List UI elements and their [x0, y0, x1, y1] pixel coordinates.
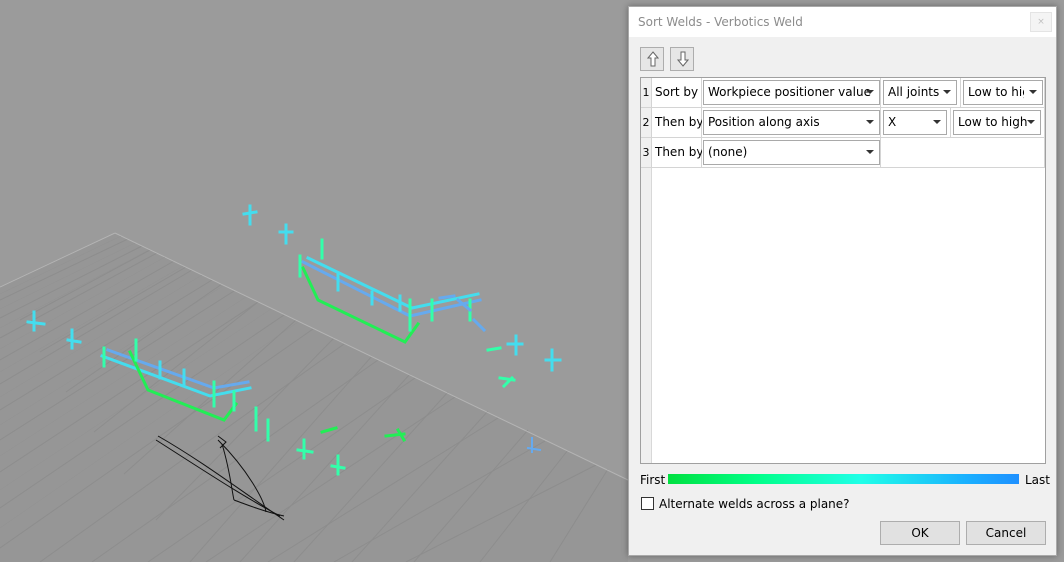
criterion-cell: Workpiece positioner value — [702, 78, 881, 108]
chevron-down-icon — [866, 120, 874, 124]
sort-label: Then by — [652, 108, 703, 138]
order-dropdown[interactable]: Low to high — [963, 80, 1043, 105]
criterion-value: Position along axis — [708, 115, 820, 129]
row-header-strip — [641, 168, 652, 463]
dialog-title: Sort Welds - Verbotics Weld — [638, 15, 803, 29]
floor-grid — [0, 232, 629, 562]
row-number: 1 — [641, 78, 652, 108]
criterion-dropdown[interactable]: Position along axis — [703, 110, 880, 135]
criterion-cell: (none) — [702, 138, 881, 168]
scope-value: All joints — [888, 85, 940, 99]
criterion-dropdown[interactable]: Workpiece positioner value — [703, 80, 880, 105]
sort-row-3: 3 Then by (none) — [641, 138, 1045, 168]
scope-cell: All joints — [881, 78, 961, 108]
criterion-dropdown[interactable]: (none) — [703, 140, 880, 165]
arrow-down-icon — [677, 51, 689, 67]
order-dropdown[interactable]: Low to high — [953, 110, 1041, 135]
chevron-down-icon — [1029, 90, 1037, 94]
chevron-down-icon — [933, 120, 941, 124]
scope-cell: X — [881, 108, 951, 138]
close-button[interactable]: × — [1030, 12, 1052, 32]
axis-dropdown[interactable]: X — [883, 110, 947, 135]
criterion-value: (none) — [708, 145, 748, 159]
legend-first-label: First — [640, 473, 666, 487]
order-cell: Low to high — [961, 78, 1045, 108]
sort-row-2: 2 Then by Position along axis X Low to h… — [641, 108, 1045, 138]
alternate-welds-label[interactable]: Alternate welds across a plane? — [659, 497, 850, 511]
sort-label: Then by — [652, 138, 703, 168]
row-number: 3 — [641, 138, 652, 168]
chevron-down-icon — [866, 90, 874, 94]
alternate-welds-checkbox[interactable] — [641, 497, 654, 510]
arrow-up-icon — [647, 51, 659, 67]
sort-row-1: 1 Sort by Workpiece positioner value All… — [641, 78, 1045, 108]
criterion-cell: Position along axis — [702, 108, 881, 138]
sort-label: Sort by — [652, 78, 702, 108]
order-cell: Low to high — [951, 108, 1045, 138]
title-bar[interactable]: Sort Welds - Verbotics Weld × — [629, 7, 1056, 37]
chevron-down-icon — [943, 90, 951, 94]
chevron-down-icon — [866, 150, 874, 154]
row-number: 2 — [641, 108, 652, 138]
move-down-button[interactable] — [670, 47, 694, 71]
criterion-value: Workpiece positioner value — [708, 85, 871, 99]
chevron-down-icon — [1027, 120, 1035, 124]
ok-button[interactable]: OK — [880, 521, 960, 545]
legend-last-label: Last — [1025, 473, 1050, 487]
cancel-button[interactable]: Cancel — [966, 521, 1046, 545]
sort-welds-dialog: Sort Welds - Verbotics Weld × 1 Sort by … — [628, 6, 1057, 556]
order-gradient-bar — [668, 474, 1019, 484]
scope-dropdown[interactable]: All joints — [883, 80, 957, 105]
sort-criteria-table: 1 Sort by Workpiece positioner value All… — [640, 77, 1046, 464]
move-up-button[interactable] — [640, 47, 664, 71]
order-value: Low to high — [958, 115, 1028, 129]
axis-value: X — [888, 115, 897, 129]
empty-cell — [881, 138, 1045, 168]
